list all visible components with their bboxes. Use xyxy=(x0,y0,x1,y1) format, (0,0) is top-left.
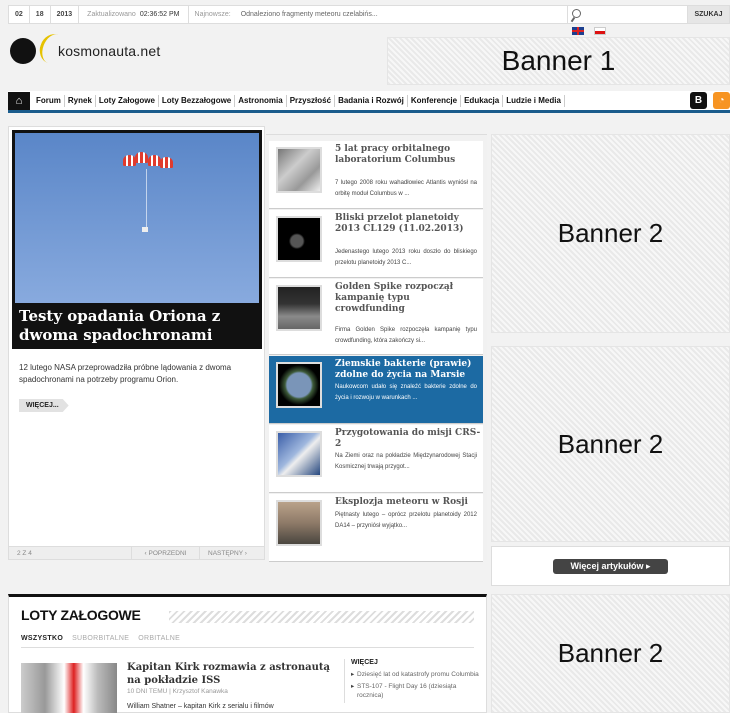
article-thumbnail xyxy=(276,216,322,262)
section-tabs: WSZYSTKO SUBORBITALNE ORBITALNE xyxy=(21,635,180,642)
list-item-title: Przygotowania do misji CRS-2 xyxy=(335,428,481,449)
featured-article: Testy opadania Oriona z dwoma spadochron… xyxy=(8,126,265,560)
tab-orbitalne[interactable]: ORBITALNE xyxy=(138,635,180,642)
banner-2-middle[interactable]: Banner 2 xyxy=(491,346,730,542)
nav-item-rynek[interactable]: Rynek xyxy=(65,94,96,107)
nav-item-badania[interactable]: Badania i Rozwój xyxy=(335,94,408,107)
search-input[interactable] xyxy=(567,6,687,23)
more-link[interactable]: STS-107 - Flight Day 16 (dziesiąta roczn… xyxy=(351,682,484,700)
more-articles-button[interactable]: Więcej artykułów ▸ xyxy=(552,558,669,574)
updated-time: 02:36:52 PM xyxy=(139,11,180,18)
featured-photo[interactable] xyxy=(12,130,262,303)
banner-1[interactable]: Banner 1 xyxy=(387,37,730,85)
article-meta: 10 DNI TEMU | Krzysztof Kanawka xyxy=(127,688,228,695)
home-icon[interactable]: ⌂ xyxy=(8,91,30,110)
list-item-title: Ziemskie bakterie (prawie) zdolne do życ… xyxy=(335,359,472,380)
nav-item-ludzie[interactable]: Ludzie i Media xyxy=(503,94,565,107)
section-loty-zalogowe: LOTY ZAŁOGOWE WSZYSTKO SUBORBITALNE ORBI… xyxy=(8,594,487,713)
search-button[interactable]: SZUKAJ xyxy=(687,6,729,23)
newest-label: Najnowsze: xyxy=(194,11,231,18)
list-item-title: Golden Spike rozpoczął kampanię typu cro… xyxy=(335,282,454,314)
list-item-summary: Na Ziemi oraz na pokładzie Międzynarodow… xyxy=(335,453,477,470)
list-item-summary: Firma Golden Spike rozpoczęła kampanię t… xyxy=(335,327,477,344)
article-photo[interactable] xyxy=(21,663,117,713)
list-item-summary: 7 lutego 2008 roku wahadłowiec Atlantis … xyxy=(335,180,477,197)
banner-2-top[interactable]: Banner 2 xyxy=(491,134,730,333)
newest-ticker: Najnowsze: Odnaleziono fragmenty meteoru… xyxy=(189,11,384,18)
article-title[interactable]: Kapitan Kirk rozmawia z astronautą na po… xyxy=(127,661,342,687)
top-bar: 02 18 2013 Zaktualizowano 02:36:52 PM Na… xyxy=(8,5,730,24)
prev-button[interactable]: ‹ POPRZEDNI xyxy=(131,547,199,559)
section-stripe xyxy=(169,611,474,623)
list-item[interactable]: Golden Spike rozpoczął kampanię typu cro… xyxy=(269,279,483,355)
article-list: 5 lat pracy orbitalnego laboratorium Col… xyxy=(266,134,487,562)
language-switcher xyxy=(572,27,606,35)
list-item-title: Bliski przelot planetoidy 2013 CL129 (11… xyxy=(335,213,464,234)
nav-item-przyszlosc[interactable]: Przyszłość xyxy=(287,94,336,107)
date-day: 18 xyxy=(30,6,51,23)
logo-arc-icon xyxy=(35,30,71,68)
list-item-summary: Naukowcom udało się znaleźć bakterie zdo… xyxy=(335,384,477,401)
search-area: SZUKAJ xyxy=(567,6,729,23)
updated-label: Zaktualizowano xyxy=(87,11,136,18)
nav-item-konferencje[interactable]: Konferencje xyxy=(408,94,462,107)
article-thumbnail xyxy=(276,500,322,546)
article-excerpt: William Shatner – kapitan Kirk z serialu… xyxy=(127,703,274,710)
list-item[interactable]: Przygotowania do misji CRS-2 Na Ziemi or… xyxy=(269,425,483,493)
more-button[interactable]: WIĘCEJ... xyxy=(19,399,69,412)
pager-count: 2 Z 4 xyxy=(17,549,32,557)
more-links-heading: WIĘCEJ xyxy=(351,659,378,666)
list-item-title: 5 lat pracy orbitalnego laboratorium Col… xyxy=(335,144,456,165)
nav-item-loty-zalogowe[interactable]: Loty Załogowe xyxy=(96,94,159,107)
list-item[interactable]: Eksplozja meteoru w Rosji Piętnasty lute… xyxy=(269,494,483,562)
date-display: 02 18 2013 xyxy=(9,6,80,23)
nav-item-astronomia[interactable]: Astronomia xyxy=(235,94,287,107)
list-item[interactable]: Bliski przelot planetoidy 2013 CL129 (11… xyxy=(269,210,483,278)
newest-headline-link[interactable]: Odnaleziono fragmenty meteoru czelabińs.… xyxy=(241,11,378,18)
article-thumbnail xyxy=(276,147,322,193)
tab-wszystko[interactable]: WSZYSTKO xyxy=(21,635,63,642)
banner-2-bottom[interactable]: Banner 2 xyxy=(491,594,730,713)
list-item-title: Eksplozja meteoru w Rosji xyxy=(335,497,468,507)
date-month: 02 xyxy=(9,6,30,23)
flag-pl-icon[interactable] xyxy=(594,27,606,35)
tab-suborbitalne[interactable]: SUBORBITALNE xyxy=(72,635,129,642)
list-item[interactable]: 5 lat pracy orbitalnego laboratorium Col… xyxy=(269,141,483,209)
search-icon xyxy=(572,9,581,18)
list-item[interactable]: Ziemskie bakterie (prawie) zdolne do życ… xyxy=(269,356,483,424)
logo-orb-icon xyxy=(10,38,36,64)
slider-pager: 2 Z 4 ‹ POPRZEDNI NASTĘPNY › xyxy=(9,546,264,559)
nav-item-edukacja[interactable]: Edukacja xyxy=(461,94,504,107)
article-thumbnail xyxy=(276,431,322,477)
next-button[interactable]: NASTĘPNY › xyxy=(199,547,255,559)
nav-item-forum[interactable]: Forum xyxy=(33,94,65,107)
flag-en-icon[interactable] xyxy=(572,27,584,35)
more-articles-area: Więcej artykułów ▸ xyxy=(491,546,730,586)
tab-divider xyxy=(21,647,474,648)
parachute-cord xyxy=(146,169,147,227)
main-nav: ⌂ Forum Rynek Loty Załogowe Loty Bezzało… xyxy=(8,91,730,113)
featured-title[interactable]: Testy opadania Oriona z dwoma spadochron… xyxy=(12,303,262,349)
more-links: WIĘCEJ Dziesięć lat od katastrofy promu … xyxy=(344,659,484,703)
featured-lead: 12 lutego NASA przeprowadziła próbne ląd… xyxy=(19,363,232,384)
article-thumbnail xyxy=(276,362,322,408)
updated-info: Zaktualizowano 02:36:52 PM xyxy=(79,6,189,23)
section-title: LOTY ZAŁOGOWE xyxy=(21,607,141,623)
logo-text: kosmonauta.net xyxy=(58,43,161,59)
capsule-icon xyxy=(142,227,148,232)
list-item-summary: Piętnasty lutego – oprócz przelotu plane… xyxy=(335,512,477,529)
article-thumbnail xyxy=(276,285,322,331)
list-item-summary: Jedenastego lutego 2013 roku doszło do b… xyxy=(335,249,477,266)
parachute-icon xyxy=(123,152,173,170)
blog-icon[interactable]: B xyxy=(690,92,707,109)
more-link[interactable]: Dziesięć lat od katastrofy promu Columbi… xyxy=(351,670,484,679)
date-year: 2013 xyxy=(51,6,80,23)
rss-icon[interactable]: ◔ xyxy=(713,92,730,109)
nav-item-loty-bezzalogowe[interactable]: Loty Bezzałogowe xyxy=(159,94,236,107)
site-logo[interactable]: kosmonauta.net xyxy=(10,30,161,68)
